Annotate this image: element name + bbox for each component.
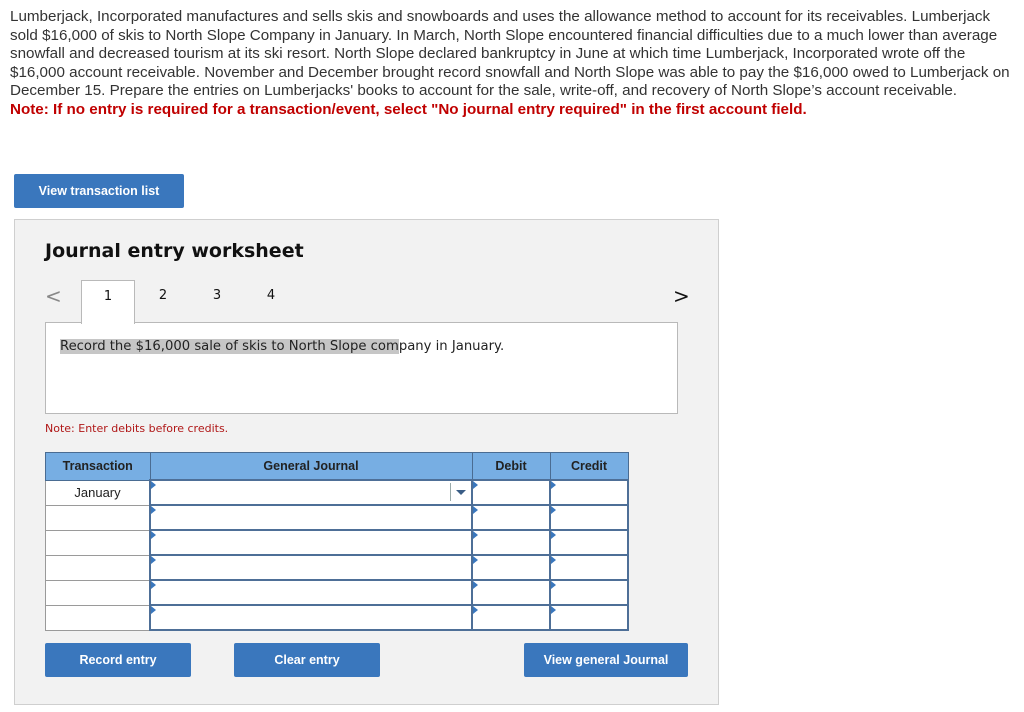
table-row xyxy=(45,504,629,531)
tab-2[interactable]: 2 xyxy=(137,280,189,322)
credit-input[interactable] xyxy=(549,554,629,581)
description-highlighted: Record the $16,000 sale of skis to North… xyxy=(60,339,399,354)
tab-4[interactable]: 4 xyxy=(245,280,297,322)
transaction-cell xyxy=(45,554,151,581)
journal-entry-worksheet: Journal entry worksheet < 1 2 3 4 > Reco… xyxy=(14,219,719,705)
account-select[interactable] xyxy=(149,529,473,556)
debit-input[interactable] xyxy=(471,579,551,606)
table-row xyxy=(45,579,629,606)
header-credit: Credit xyxy=(549,452,629,481)
transaction-cell xyxy=(45,604,151,631)
view-general-journal-button[interactable]: View general Journal xyxy=(524,643,688,677)
credit-input[interactable] xyxy=(549,529,629,556)
account-select[interactable] xyxy=(149,554,473,581)
view-transaction-list-button[interactable]: View transaction list xyxy=(14,174,184,208)
tab-3[interactable]: 3 xyxy=(191,280,243,322)
worksheet-title: Journal entry worksheet xyxy=(45,240,304,262)
problem-note: Note: If no entry is required for a tran… xyxy=(10,100,807,118)
account-select[interactable] xyxy=(149,479,473,506)
transaction-cell xyxy=(45,529,151,556)
record-entry-button[interactable]: Record entry xyxy=(45,643,191,677)
table-row: January xyxy=(45,479,629,506)
clear-entry-button[interactable]: Clear entry xyxy=(234,643,380,677)
debit-input[interactable] xyxy=(471,554,551,581)
problem-statement: Lumberjack, Incorporated manufactures an… xyxy=(10,8,1010,120)
header-debit: Debit xyxy=(471,452,551,481)
transaction-cell: January xyxy=(45,479,151,506)
credit-input[interactable] xyxy=(549,604,629,631)
transaction-cell xyxy=(45,579,151,606)
dropdown-arrow-icon[interactable] xyxy=(450,483,471,501)
transaction-description-box: Record the $16,000 sale of skis to North… xyxy=(45,322,678,414)
debit-input[interactable] xyxy=(471,504,551,531)
description-rest: pany in January. xyxy=(398,339,505,354)
credit-input[interactable] xyxy=(549,579,629,606)
transaction-cell xyxy=(45,504,151,531)
debit-input[interactable] xyxy=(471,604,551,631)
table-row xyxy=(45,554,629,581)
credit-input[interactable] xyxy=(549,504,629,531)
credit-input[interactable] xyxy=(549,479,629,506)
header-general-journal: General Journal xyxy=(149,452,473,481)
table-row xyxy=(45,529,629,556)
debit-input[interactable] xyxy=(471,529,551,556)
debit-input[interactable] xyxy=(471,479,551,506)
debit-credit-note: Note: Enter debits before credits. xyxy=(45,422,229,435)
chevron-right-icon[interactable]: > xyxy=(673,284,690,308)
table-row xyxy=(45,604,629,631)
table-header-row: Transaction General Journal Debit Credit xyxy=(45,452,629,481)
problem-text: Lumberjack, Incorporated manufactures an… xyxy=(10,8,1010,100)
transaction-description: Record the $16,000 sale of skis to North… xyxy=(60,339,504,354)
account-select[interactable] xyxy=(149,604,473,631)
chevron-left-icon[interactable]: < xyxy=(45,284,62,308)
account-select[interactable] xyxy=(149,504,473,531)
header-transaction: Transaction xyxy=(45,452,151,481)
tab-1[interactable]: 1 xyxy=(81,280,135,324)
account-select[interactable] xyxy=(149,579,473,606)
journal-table: Transaction General Journal Debit Credit… xyxy=(45,452,629,631)
